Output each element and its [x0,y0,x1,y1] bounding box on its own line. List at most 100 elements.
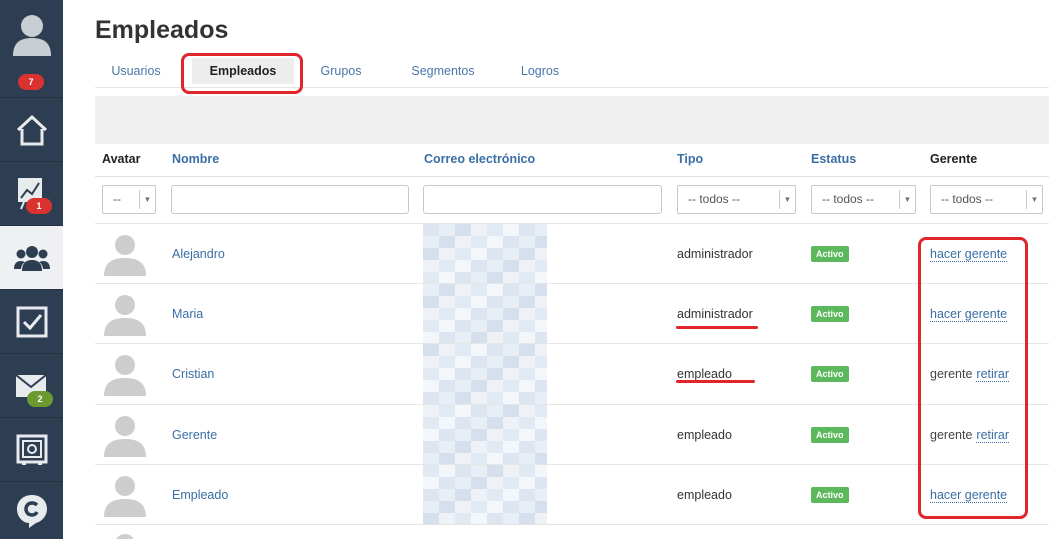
tipo-cell: administrador [677,307,753,321]
redaction-block [487,441,503,453]
redaction-block [487,405,503,417]
header-tipo[interactable]: Tipo [677,152,703,166]
employee-name-link[interactable]: Maria [172,307,203,321]
redaction-block [439,489,455,501]
avatar-filter-select[interactable]: -- ▼ [102,185,156,214]
redaction-block [471,224,487,236]
redaction-block [423,236,439,248]
table-row: Gerente empleado Activo gerente retirar [95,404,1049,465]
redaction-block [471,248,487,260]
redaction-block [455,296,471,308]
redaction-block [535,489,547,501]
employee-name-link[interactable]: Gerente [172,428,217,442]
redaction-block [439,308,455,320]
sidebar-item-mail[interactable]: 2 [0,354,63,418]
redaction-block [535,248,547,260]
sidebar-item-employees[interactable] [0,226,63,290]
redaction-block [439,417,455,429]
status-cell: Activo [811,284,849,344]
redaction-block [519,380,535,392]
employee-name-link[interactable]: Alejandro [172,247,225,261]
redaction-block [487,465,503,477]
sidebar-item-home[interactable] [0,98,63,162]
redaction-block [439,405,455,417]
employee-name-cell: Cristian [172,344,214,404]
sidebar-item-tasks[interactable] [0,290,63,354]
redaction-block [423,344,439,356]
redaction-block [487,356,503,368]
redaction-block [455,441,471,453]
default-avatar-icon [104,235,146,276]
redaction-block [471,296,487,308]
chevron-down-icon: ▼ [779,190,795,209]
redaction-block [455,465,471,477]
redaction-block [519,501,535,513]
mail-badge[interactable]: 2 [27,391,53,407]
redaction-block [423,429,439,441]
redaction-block [471,405,487,417]
tab-logros[interactable]: Logros [509,54,571,88]
sidebar-profile[interactable]: 7 [0,0,63,98]
redaction-block [439,344,455,356]
redaction-block [503,429,519,441]
correo-filter-input[interactable] [423,185,662,214]
redaction-block [439,429,455,441]
tipo-cell: empleado [677,367,732,381]
redaction-block [503,224,519,236]
toolbar-area [95,96,1049,144]
redaction-block [487,489,503,501]
redaction-block [487,224,503,236]
redaction-block [503,368,519,380]
redaction-block [487,417,503,429]
redaction-block [503,501,519,513]
tab-usuarios[interactable]: Usuarios [95,54,177,88]
checkbox-icon [16,306,47,337]
tipo-filter-select[interactable]: -- todos -- ▼ [677,185,796,214]
redaction-block [487,296,503,308]
redaction-block [535,465,547,477]
redaction-block [439,284,455,296]
reports-badge[interactable]: 1 [26,198,52,214]
underline-annotation [676,326,758,329]
redaction-block [487,392,503,404]
estatus-filter-select[interactable]: -- todos -- ▼ [811,185,916,214]
employee-name-link[interactable]: Empleado [172,488,228,502]
redaction-block [439,441,455,453]
status-badge: Activo [811,487,849,503]
header-correo[interactable]: Correo electrónico [424,152,535,166]
redaction-block [439,392,455,404]
redaction-block [519,489,535,501]
redaction-block [487,344,503,356]
redaction-block [519,465,535,477]
redaction-block [487,320,503,332]
redaction-block [535,320,547,332]
employee-name-link[interactable]: Cristian [172,367,214,381]
redaction-block [535,429,547,441]
nombre-filter-input[interactable] [171,185,409,214]
chevron-down-icon: ▼ [139,190,155,209]
redaction-block [423,489,439,501]
notifications-badge[interactable]: 7 [18,74,44,90]
redaction-block [455,417,471,429]
header-nombre[interactable]: Nombre [172,152,219,166]
gerente-filter-select[interactable]: -- todos -- ▼ [930,185,1043,214]
redaction-block [455,224,471,236]
redaction-block [503,417,519,429]
sidebar-item-settings[interactable] [0,418,63,482]
estatus-filter-value: -- todos -- [822,192,875,206]
tab-grupos[interactable]: Grupos [309,54,373,88]
sidebar-item-chat[interactable] [0,482,63,539]
redaction-block [455,248,471,260]
header-estatus[interactable]: Estatus [811,152,856,166]
status-cell: Activo [811,465,849,525]
sidebar-item-reports[interactable]: 1 [0,162,63,226]
redaction-block [423,308,439,320]
redaction-block [471,392,487,404]
redaction-block [487,477,503,489]
redaction-block [503,392,519,404]
tipo-cell: empleado [677,488,732,502]
redaction-block [423,224,439,236]
table-row: Empleado empleado Activo hacer gerente [95,464,1049,525]
redaction-block [423,248,439,260]
tab-segmentos[interactable]: Segmentos [397,54,489,88]
